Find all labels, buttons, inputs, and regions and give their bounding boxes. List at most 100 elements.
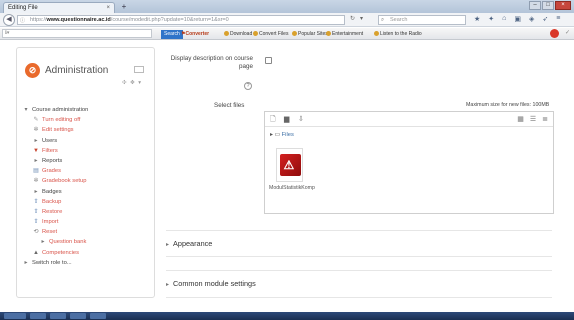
admin-item[interactable]: ▸ Users (22, 136, 150, 146)
admin-item-label: Backup (42, 198, 62, 205)
admin-item-label: Competencies (42, 249, 80, 256)
browser-titlebar: Editing File × + – □ × (0, 0, 574, 13)
bookmark-search-button[interactable]: Search (161, 30, 183, 39)
file-add-icon[interactable]: 🗋 (270, 115, 276, 126)
admin-item-label: Edit settings (42, 127, 74, 134)
section-common-label: Common module settings (173, 279, 256, 288)
admin-item[interactable]: ▤ Grades (22, 166, 150, 176)
admin-item[interactable]: ▲ Competencies (22, 248, 150, 258)
taskbar-app[interactable] (90, 313, 106, 319)
bookmark-convert-files[interactable]: Convert Files (253, 30, 288, 39)
tab-title: Editing File (8, 5, 38, 11)
section-appearance-label: Appearance (173, 239, 213, 248)
back-button[interactable]: ◀ (3, 14, 15, 26)
admin-item[interactable]: ▸ Switch role to... (22, 258, 150, 268)
bookmark-star-icon[interactable]: ★ (474, 15, 480, 23)
admin-item[interactable]: ▼ Filters (22, 146, 150, 156)
administration-header: ⊘ Administration (25, 63, 108, 78)
admin-item-icon: ⟲ (33, 229, 39, 236)
addon-icon[interactable] (549, 29, 559, 38)
admin-item-icon: ⇧ (33, 219, 39, 226)
section-appearance[interactable]: ▸ Appearance (166, 239, 212, 248)
extension-icon[interactable]: ➶ (542, 15, 548, 23)
folder-icon[interactable]: ▆ (284, 115, 289, 123)
address-bar[interactable]: ⓘ https://www.questionnaire.ac.id/course/… (17, 15, 345, 25)
entertainment-icon (326, 31, 331, 37)
library-icon[interactable]: ▣ (514, 15, 521, 23)
admin-item[interactable]: ⇧ Backup (22, 197, 150, 207)
home-icon[interactable]: ⌂ (502, 15, 506, 23)
admin-item[interactable]: ▸ Badges (22, 187, 150, 197)
minimize-button[interactable]: – (529, 1, 541, 10)
admin-item[interactable]: ▾ Course administration (22, 105, 150, 115)
view-switcher: ▦ ☰ ≣ (517, 115, 548, 123)
max-size-note: Maximum size for new files: 100MB (466, 102, 550, 108)
bookmark-converter[interactable]: ⚑Converter (181, 30, 209, 39)
admin-item-icon: ▼ (33, 147, 39, 154)
admin-item-label: Gradebook setup (42, 178, 87, 185)
bookmark-download[interactable]: Download (224, 30, 252, 39)
search-input[interactable]: ⌕ Search (378, 15, 466, 25)
page-content: ⊘ Administration ✣ ✥ ▾ ▾ Course administr… (0, 41, 574, 312)
breadcrumb-files[interactable]: Files (282, 132, 294, 138)
bookmark-popular-sites[interactable]: Popular Sites (292, 30, 328, 39)
toolbar-search-input[interactable]: ℹ▾ (2, 29, 152, 38)
navigation-bar: ◀ ⓘ https://www.questionnaire.ac.id/cours… (0, 13, 574, 27)
bookmarks-menu-icon[interactable]: ✦ (488, 15, 494, 23)
taskbar-app[interactable] (50, 313, 66, 319)
bookmark-entertainment[interactable]: Entertainment (326, 30, 363, 39)
admin-item[interactable]: ⇧ Restore (22, 207, 150, 217)
radio-label: Listen to the Radio (380, 31, 422, 37)
bookmarks-toolbar: ℹ▾ Search ⚑Converter Download Convert Fi… (0, 28, 574, 40)
admin-item[interactable]: ⟲ Reset (22, 227, 150, 237)
bookmark-radio[interactable]: Listen to the Radio (374, 30, 422, 39)
admin-item[interactable]: ✎ Turn editing off (22, 115, 150, 125)
download-label: Download (230, 31, 253, 37)
download-icon[interactable]: ⇩ (298, 115, 304, 123)
reload-icon[interactable]: ↻ (350, 15, 355, 22)
admin-item-label: Reset (42, 229, 58, 236)
admin-item[interactable]: ⇧ Import (22, 217, 150, 227)
taskbar-app[interactable] (70, 313, 86, 319)
download-icon (224, 31, 229, 37)
admin-item-label: Import (42, 219, 59, 226)
browser-tab[interactable]: Editing File × (3, 2, 115, 13)
file-item[interactable]: ⚠ ModulStatistikKomp (269, 148, 315, 191)
new-tab-button[interactable]: + (118, 2, 130, 12)
admin-item-icon: ✎ (33, 117, 39, 124)
admin-item[interactable]: ▸ Reports (22, 156, 150, 166)
os-taskbar (0, 312, 574, 320)
dock-block-icon[interactable] (134, 66, 144, 73)
search-engine-icon[interactable]: ▾ (360, 15, 363, 22)
block-actions-icon[interactable]: ✣ ✥ ▾ (122, 80, 142, 86)
menu-icon[interactable]: ≡ (556, 15, 560, 23)
grid-view-icon[interactable]: ▦ (517, 115, 524, 123)
tree-view-icon[interactable]: ≣ (542, 115, 548, 123)
maximize-button[interactable]: □ (542, 1, 554, 10)
expand-arrow-icon: ▸ (166, 282, 170, 288)
tab-close-icon[interactable]: × (106, 5, 110, 11)
section-common-settings[interactable]: ▸ Common module settings (166, 279, 256, 288)
admin-item-icon: ▸ (34, 137, 38, 144)
display-description-label: Display description on course page (170, 55, 253, 70)
admin-item[interactable]: ✲ Edit settings (22, 125, 150, 135)
admin-item-icon: ▤ (33, 168, 39, 175)
pocket-icon[interactable]: ◈ (529, 15, 534, 23)
help-icon[interactable]: ? (244, 82, 252, 90)
window-controls: – □ × (529, 1, 571, 10)
addon-extra-icon[interactable]: ✓ (565, 29, 570, 38)
admin-item[interactable]: ✲ Gradebook setup (22, 176, 150, 186)
divider (166, 256, 552, 257)
admin-item-label: Badges (42, 188, 62, 195)
taskbar-app[interactable] (30, 313, 46, 319)
window-close-button[interactable]: × (555, 1, 571, 10)
start-button[interactable] (4, 313, 26, 319)
file-manager-toolbar: 🗋 ▆ ⇩ ▦ ☰ ≣ (265, 112, 553, 127)
details-view-icon[interactable]: ☰ (530, 115, 536, 123)
admin-item[interactable]: ▸ Question bank (22, 237, 150, 247)
search-icon: ⌕ (381, 17, 385, 23)
display-description-checkbox[interactable] (265, 57, 272, 64)
admin-item-label: Switch role to... (32, 259, 72, 266)
popular-icon (292, 31, 297, 37)
admin-item-icon: ⇧ (33, 208, 39, 215)
